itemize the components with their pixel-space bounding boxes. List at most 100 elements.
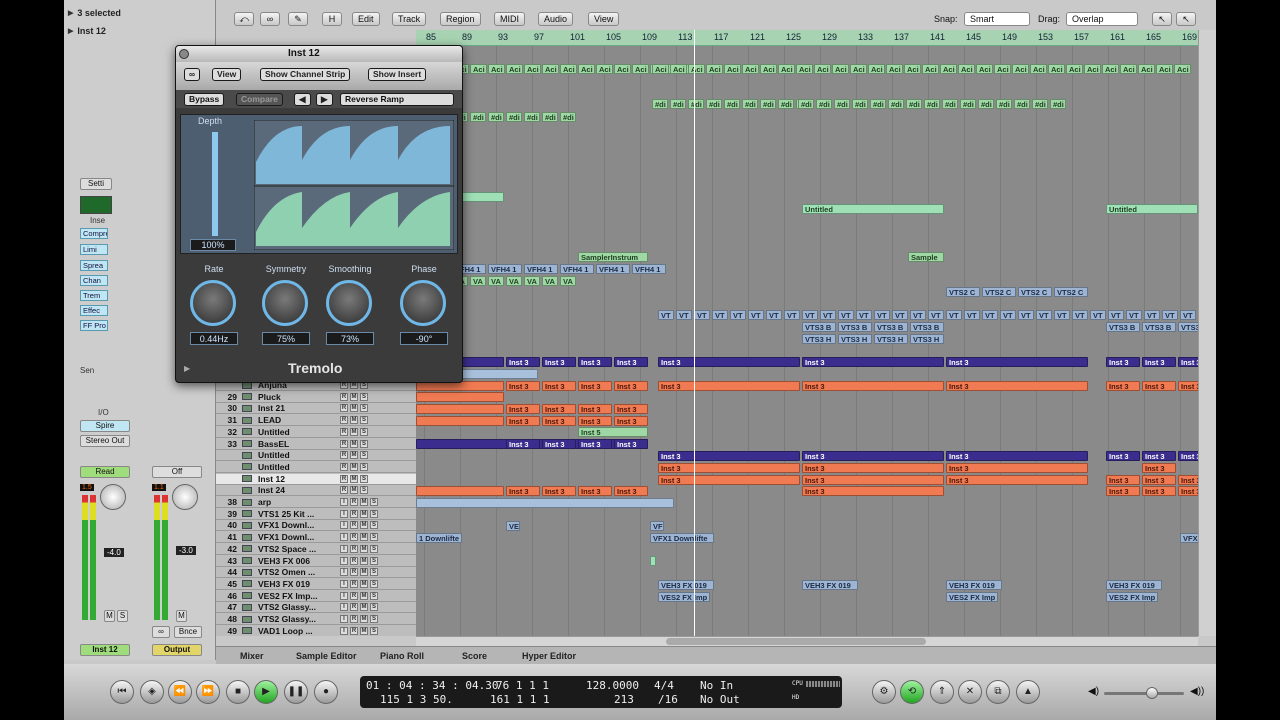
- track-name[interactable]: LEAD: [258, 415, 338, 425]
- region[interactable]: Inst 3: [658, 381, 800, 391]
- track-name[interactable]: Inst 12: [258, 474, 338, 484]
- region[interactable]: #di: [978, 99, 994, 109]
- region[interactable]: Inst 5: [578, 427, 648, 437]
- scroll-thumb[interactable]: [666, 638, 926, 645]
- region[interactable]: VT: [802, 310, 818, 320]
- region[interactable]: Inst 3: [542, 486, 576, 496]
- region[interactable]: VTS3 B: [1106, 322, 1140, 332]
- track-row[interactable]: 40 VFX1 Downl... I R M S: [216, 520, 416, 532]
- track-name[interactable]: Inst 24: [258, 485, 338, 495]
- link-icon[interactable]: ∞: [260, 12, 280, 26]
- region[interactable]: Aci: [724, 64, 741, 74]
- region[interactable]: VFH4 1: [560, 264, 594, 274]
- region[interactable]: VFH4 1: [632, 264, 666, 274]
- region[interactable]: VT: [1162, 310, 1178, 320]
- region[interactable]: Inst 3: [1106, 451, 1140, 461]
- automation-mode-right[interactable]: Off: [152, 466, 202, 478]
- track-row[interactable]: Inst 12 R M S: [216, 473, 416, 485]
- region[interactable]: Inst 3: [542, 381, 576, 391]
- symmetry-value[interactable]: 75%: [262, 332, 310, 345]
- region[interactable]: VT: [1144, 310, 1160, 320]
- link-icon[interactable]: ∞: [184, 68, 201, 81]
- region[interactable]: [416, 392, 504, 402]
- waveform-display[interactable]: [254, 120, 454, 250]
- mute-button[interactable]: M: [360, 603, 368, 612]
- region[interactable]: Aci: [652, 64, 669, 74]
- menu-edit[interactable]: Edit: [352, 12, 380, 26]
- region[interactable]: #di: [1032, 99, 1048, 109]
- region[interactable]: Sample: [908, 252, 944, 262]
- region[interactable]: #di: [834, 99, 850, 109]
- solo-button[interactable]: S: [360, 486, 368, 495]
- solo-button[interactable]: S: [370, 521, 378, 530]
- region[interactable]: Aci: [524, 64, 541, 74]
- region[interactable]: #di: [888, 99, 904, 109]
- stop-icon[interactable]: ■: [226, 680, 250, 704]
- region[interactable]: VTS3 H: [910, 334, 944, 344]
- record-enable-button[interactable]: R: [350, 498, 358, 506]
- region[interactable]: Aci: [1012, 64, 1029, 74]
- region[interactable]: #di: [742, 99, 758, 109]
- rewind-icon[interactable]: ⏪: [168, 680, 192, 704]
- input-monitor-button[interactable]: I: [340, 533, 348, 542]
- region[interactable]: VT: [892, 310, 908, 320]
- region[interactable]: Inst 3: [578, 486, 612, 496]
- region[interactable]: VT: [1000, 310, 1016, 320]
- mute-button[interactable]: M: [360, 615, 368, 623]
- record-enable-button[interactable]: R: [350, 603, 358, 612]
- track-name[interactable]: VFX1 Downl...: [258, 520, 338, 530]
- solo-button[interactable]: S: [370, 556, 378, 565]
- solo-button[interactable]: S: [370, 615, 378, 623]
- autopunch-icon[interactable]: ⇑: [930, 680, 954, 704]
- track-row[interactable]: 45 VEH3 FX 019 I R M S: [216, 579, 416, 590]
- record-enable-button[interactable]: R: [350, 533, 358, 542]
- tab-sample-editor[interactable]: Sample Editor: [296, 651, 357, 661]
- region[interactable]: VFH4 1: [524, 264, 558, 274]
- region[interactable]: [416, 416, 504, 426]
- record-enable-button[interactable]: R: [340, 462, 348, 471]
- input-monitor-button[interactable]: I: [340, 579, 348, 588]
- region[interactable]: Inst 3: [614, 357, 648, 367]
- record-enable-button[interactable]: R: [340, 439, 348, 448]
- region[interactable]: VT: [1180, 310, 1196, 320]
- rate-value[interactable]: 0.44Hz: [190, 332, 238, 345]
- solo-button[interactable]: S: [370, 544, 378, 553]
- volume-thumb[interactable]: [1146, 687, 1158, 699]
- disclosure-icon[interactable]: ▶: [68, 9, 73, 17]
- pointer-tool-icon[interactable]: ↖: [1152, 12, 1172, 26]
- region[interactable]: #di: [524, 112, 540, 122]
- region[interactable]: #di: [924, 99, 940, 109]
- solo-button[interactable]: S: [360, 462, 368, 471]
- tab-score[interactable]: Score: [462, 651, 487, 661]
- link-icon[interactable]: ∞: [152, 626, 170, 638]
- inspector-region-row[interactable]: ▶ Inst 12: [68, 24, 106, 38]
- mute-button[interactable]: M: [360, 544, 368, 553]
- mute-button[interactable]: M: [360, 579, 368, 588]
- mute-button[interactable]: M: [350, 486, 358, 495]
- playhead[interactable]: [694, 30, 695, 636]
- metronome-icon[interactable]: ▲: [1016, 680, 1040, 704]
- track-name[interactable]: VES2 FX Imp...: [258, 591, 338, 601]
- region[interactable]: VTS3 B: [802, 322, 836, 332]
- region[interactable]: Aci: [868, 64, 885, 74]
- region[interactable]: Untitled: [1106, 204, 1198, 214]
- region[interactable]: Aci: [542, 64, 559, 74]
- mute-button[interactable]: M: [350, 462, 358, 471]
- record-enable-button[interactable]: R: [340, 392, 348, 401]
- track-name[interactable]: VEH3 FX 006: [258, 556, 338, 566]
- track-name[interactable]: arp: [258, 497, 338, 507]
- region[interactable]: #di: [1050, 99, 1066, 109]
- track-row[interactable]: 39 VTS1 25 Kit ... I R M S: [216, 509, 416, 520]
- solo-button[interactable]: S: [370, 533, 378, 542]
- region[interactable]: VES2 FX Imp: [946, 592, 998, 602]
- disclosure-icon[interactable]: ▶: [184, 364, 190, 373]
- depth-value[interactable]: 100%: [190, 239, 236, 251]
- track-row[interactable]: 32 Untitled R M S: [216, 427, 416, 438]
- track-row[interactable]: Untitled R M S: [216, 450, 416, 462]
- track-name[interactable]: Inst 21: [258, 403, 338, 413]
- region[interactable]: Inst 3: [578, 439, 612, 449]
- record-enable-button[interactable]: R: [350, 626, 358, 635]
- region[interactable]: Aci: [470, 64, 487, 74]
- track-row[interactable]: 31 LEAD R M S: [216, 415, 416, 427]
- cycle-icon[interactable]: ⟲: [900, 680, 924, 704]
